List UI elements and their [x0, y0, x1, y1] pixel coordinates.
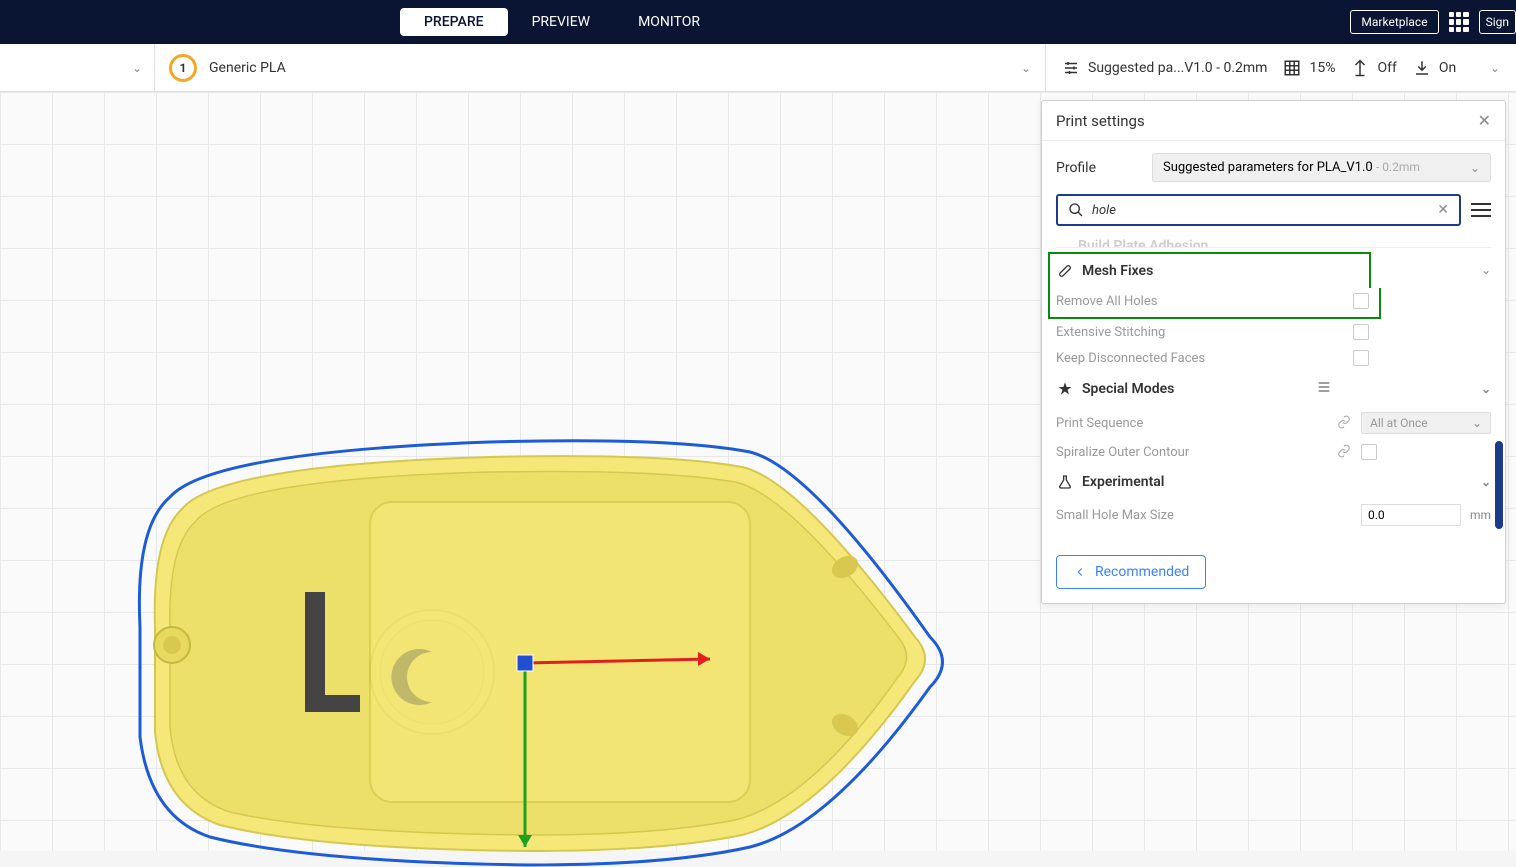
link-icon[interactable] — [1337, 444, 1353, 460]
setting-extensive-stitching: Extensive Stitching — [1056, 319, 1491, 345]
apps-icon[interactable] — [1449, 12, 1469, 32]
sliders-icon[interactable] — [1316, 379, 1332, 399]
remove-holes-checkbox[interactable] — [1353, 293, 1369, 309]
chevron-down-icon: ⌄ — [1021, 61, 1031, 75]
search-box[interactable]: ✕ — [1056, 194, 1461, 226]
nav-right: Marketplace Sign — [1350, 0, 1516, 44]
summary-infill: 15% — [1283, 59, 1335, 77]
scrollbar-thumb[interactable] — [1495, 441, 1503, 529]
top-nav: PREPARE PREVIEW MONITOR Marketplace Sign — [0, 0, 1516, 44]
chevron-down-icon[interactable]: ⌄ — [1481, 263, 1491, 277]
bandage-icon — [1056, 262, 1074, 280]
extensive-stitching-checkbox[interactable] — [1353, 324, 1369, 340]
close-icon[interactable]: ✕ — [1478, 111, 1491, 130]
support-icon — [1351, 59, 1369, 77]
adhesion-icon — [1413, 59, 1431, 77]
panel-title: Print settings — [1056, 112, 1145, 130]
flask-icon — [1056, 473, 1074, 491]
clear-search-icon[interactable]: ✕ — [1437, 202, 1449, 218]
menu-icon[interactable] — [1471, 203, 1491, 217]
tab-prepare[interactable]: PREPARE — [400, 8, 508, 36]
chevron-down-icon[interactable]: ⌄ — [1481, 382, 1491, 396]
print-settings-panel: Print settings ✕ Profile Suggested param… — [1041, 100, 1506, 604]
tab-preview[interactable]: PREVIEW — [508, 8, 615, 36]
gizmo-center[interactable] — [517, 655, 533, 671]
search-input[interactable] — [1092, 203, 1429, 218]
tab-monitor[interactable]: MONITOR — [614, 8, 724, 36]
summary-support: Off — [1351, 59, 1396, 77]
profile-label: Profile — [1056, 160, 1138, 176]
sliders-icon — [1062, 59, 1080, 77]
panel-header: Print settings ✕ — [1042, 101, 1505, 141]
recommended-button[interactable]: Recommended — [1056, 555, 1206, 589]
setting-remove-all-holes: Remove All Holes — [1048, 288, 1381, 319]
setting-spiralize: Spiralize Outer Contour — [1056, 439, 1491, 465]
material-selector[interactable]: 1 Generic PLA ⌄ — [155, 44, 1046, 91]
print-sequence-dropdown[interactable]: All at Once ⌄ — [1361, 412, 1491, 434]
material-name: Generic PLA — [209, 60, 286, 76]
setting-keep-disconnected: Keep Disconnected Faces — [1056, 345, 1491, 371]
chevron-down-icon: ⌄ — [1470, 161, 1480, 175]
search-row: ✕ — [1042, 194, 1505, 236]
keep-disconnected-checkbox[interactable] — [1353, 350, 1369, 366]
chevron-left-icon — [1073, 565, 1087, 579]
category-experimental[interactable]: Experimental ⌄ — [1056, 465, 1491, 499]
model-view[interactable] — [110, 437, 960, 867]
chevron-down-icon[interactable]: ⌄ — [1481, 475, 1491, 489]
extruder-badge: 1 — [169, 54, 197, 82]
setting-print-sequence: Print Sequence All at Once ⌄ — [1056, 407, 1491, 439]
printer-selector[interactable]: ⌄ — [0, 44, 155, 91]
summary-adhesion: On — [1413, 59, 1456, 77]
profile-row: Profile Suggested parameters for PLA_V1.… — [1042, 141, 1505, 194]
setting-small-hole-max: Small Hole Max Size mm — [1056, 499, 1491, 531]
infill-icon — [1283, 59, 1301, 77]
chevron-down-icon: ⌄ — [1490, 61, 1500, 75]
category-adhesion[interactable]: Build Plate Adhesion — [1056, 236, 1491, 248]
small-hole-input[interactable] — [1361, 504, 1461, 526]
summary-profile: Suggested pa...V1.0 - 0.2mm — [1062, 59, 1267, 77]
nav-tabs: PREPARE PREVIEW MONITOR — [400, 0, 724, 44]
signin-button[interactable]: Sign — [1479, 10, 1516, 34]
profile-dropdown[interactable]: Suggested parameters for PLA_V1.0 - 0.2m… — [1152, 153, 1491, 182]
main-area: Print settings ✕ Profile Suggested param… — [0, 92, 1516, 851]
settings-summary[interactable]: Suggested pa...V1.0 - 0.2mm 15% Off On ⌄ — [1046, 44, 1516, 91]
star-icon — [1056, 380, 1074, 398]
category-mesh-fixes[interactable]: Mesh Fixes — [1048, 252, 1371, 288]
category-special-modes[interactable]: Special Modes ⌄ — [1056, 371, 1491, 407]
secondary-bar: ⌄ 1 Generic PLA ⌄ Suggested pa...V1.0 - … — [0, 44, 1516, 92]
search-icon — [1068, 202, 1084, 218]
chevron-down-icon: ⌄ — [132, 61, 142, 75]
marketplace-button[interactable]: Marketplace — [1350, 10, 1438, 34]
settings-body: Build Plate Adhesion Mesh Fixes ⌄ Remove… — [1042, 236, 1505, 545]
raised-rect — [370, 502, 750, 802]
link-icon[interactable] — [1337, 415, 1353, 431]
spiralize-checkbox[interactable] — [1361, 444, 1377, 460]
